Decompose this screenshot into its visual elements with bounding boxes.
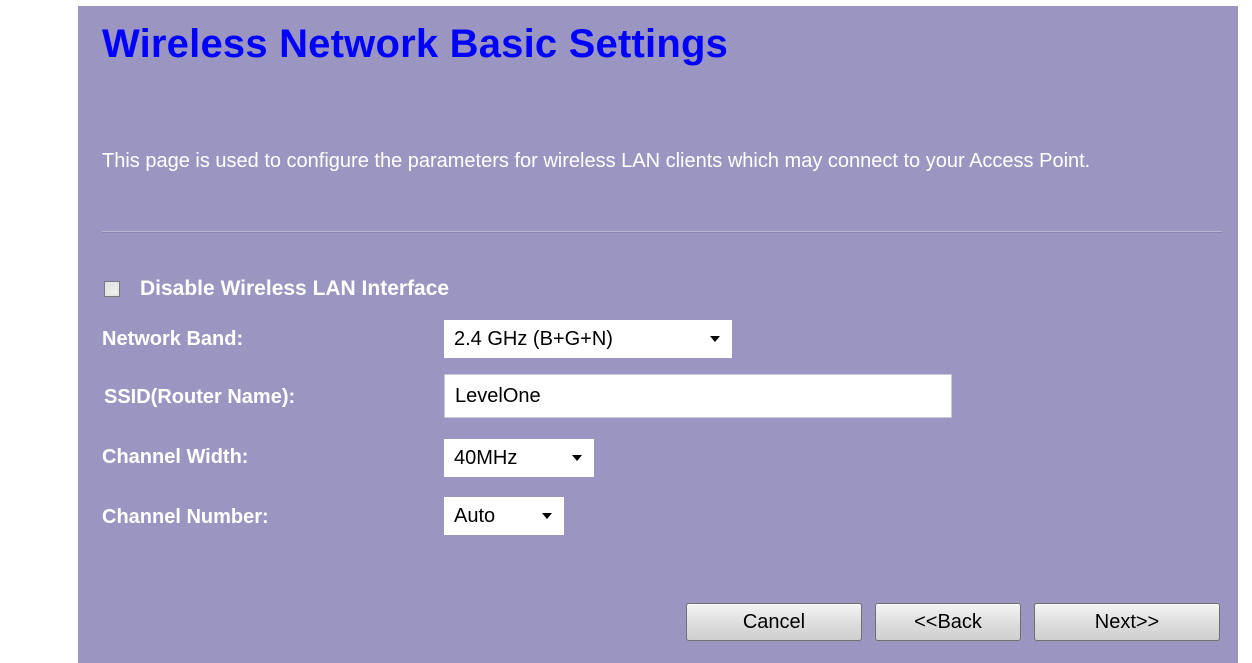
ssid-label: SSID(Router Name):: [104, 386, 296, 408]
network-band-label: Network Band:: [102, 328, 244, 350]
page-title: Wireless Network Basic Settings: [102, 22, 729, 66]
disable-wireless-row: Disable Wireless LAN Interface: [104, 274, 449, 304]
network-band-value: 2.4 GHz (B+G+N): [454, 327, 613, 350]
settings-panel: Wireless Network Basic Settings This pag…: [78, 6, 1238, 663]
back-button[interactable]: <<Back: [875, 603, 1021, 641]
ssid-input[interactable]: [444, 374, 952, 418]
page-description: This page is used to configure the param…: [102, 150, 1091, 172]
next-button[interactable]: Next>>: [1034, 603, 1220, 641]
channel-number-value: Auto: [454, 504, 496, 527]
divider: [102, 231, 1222, 233]
disable-wireless-label: Disable Wireless LAN Interface: [140, 277, 450, 300]
disable-wireless-checkbox[interactable]: [104, 281, 120, 297]
network-band-select[interactable]: 2.4 GHz (B+G+N): [444, 320, 732, 358]
chevron-down-icon: [572, 455, 582, 461]
chevron-down-icon: [542, 513, 552, 519]
channel-number-select[interactable]: Auto: [444, 497, 564, 535]
chevron-down-icon: [710, 336, 720, 342]
channel-number-label: Channel Number:: [102, 506, 269, 528]
cancel-button[interactable]: Cancel: [686, 603, 862, 641]
channel-width-select[interactable]: 40MHz: [444, 439, 594, 477]
channel-width-value: 40MHz: [454, 446, 518, 469]
channel-width-label: Channel Width:: [102, 446, 249, 468]
